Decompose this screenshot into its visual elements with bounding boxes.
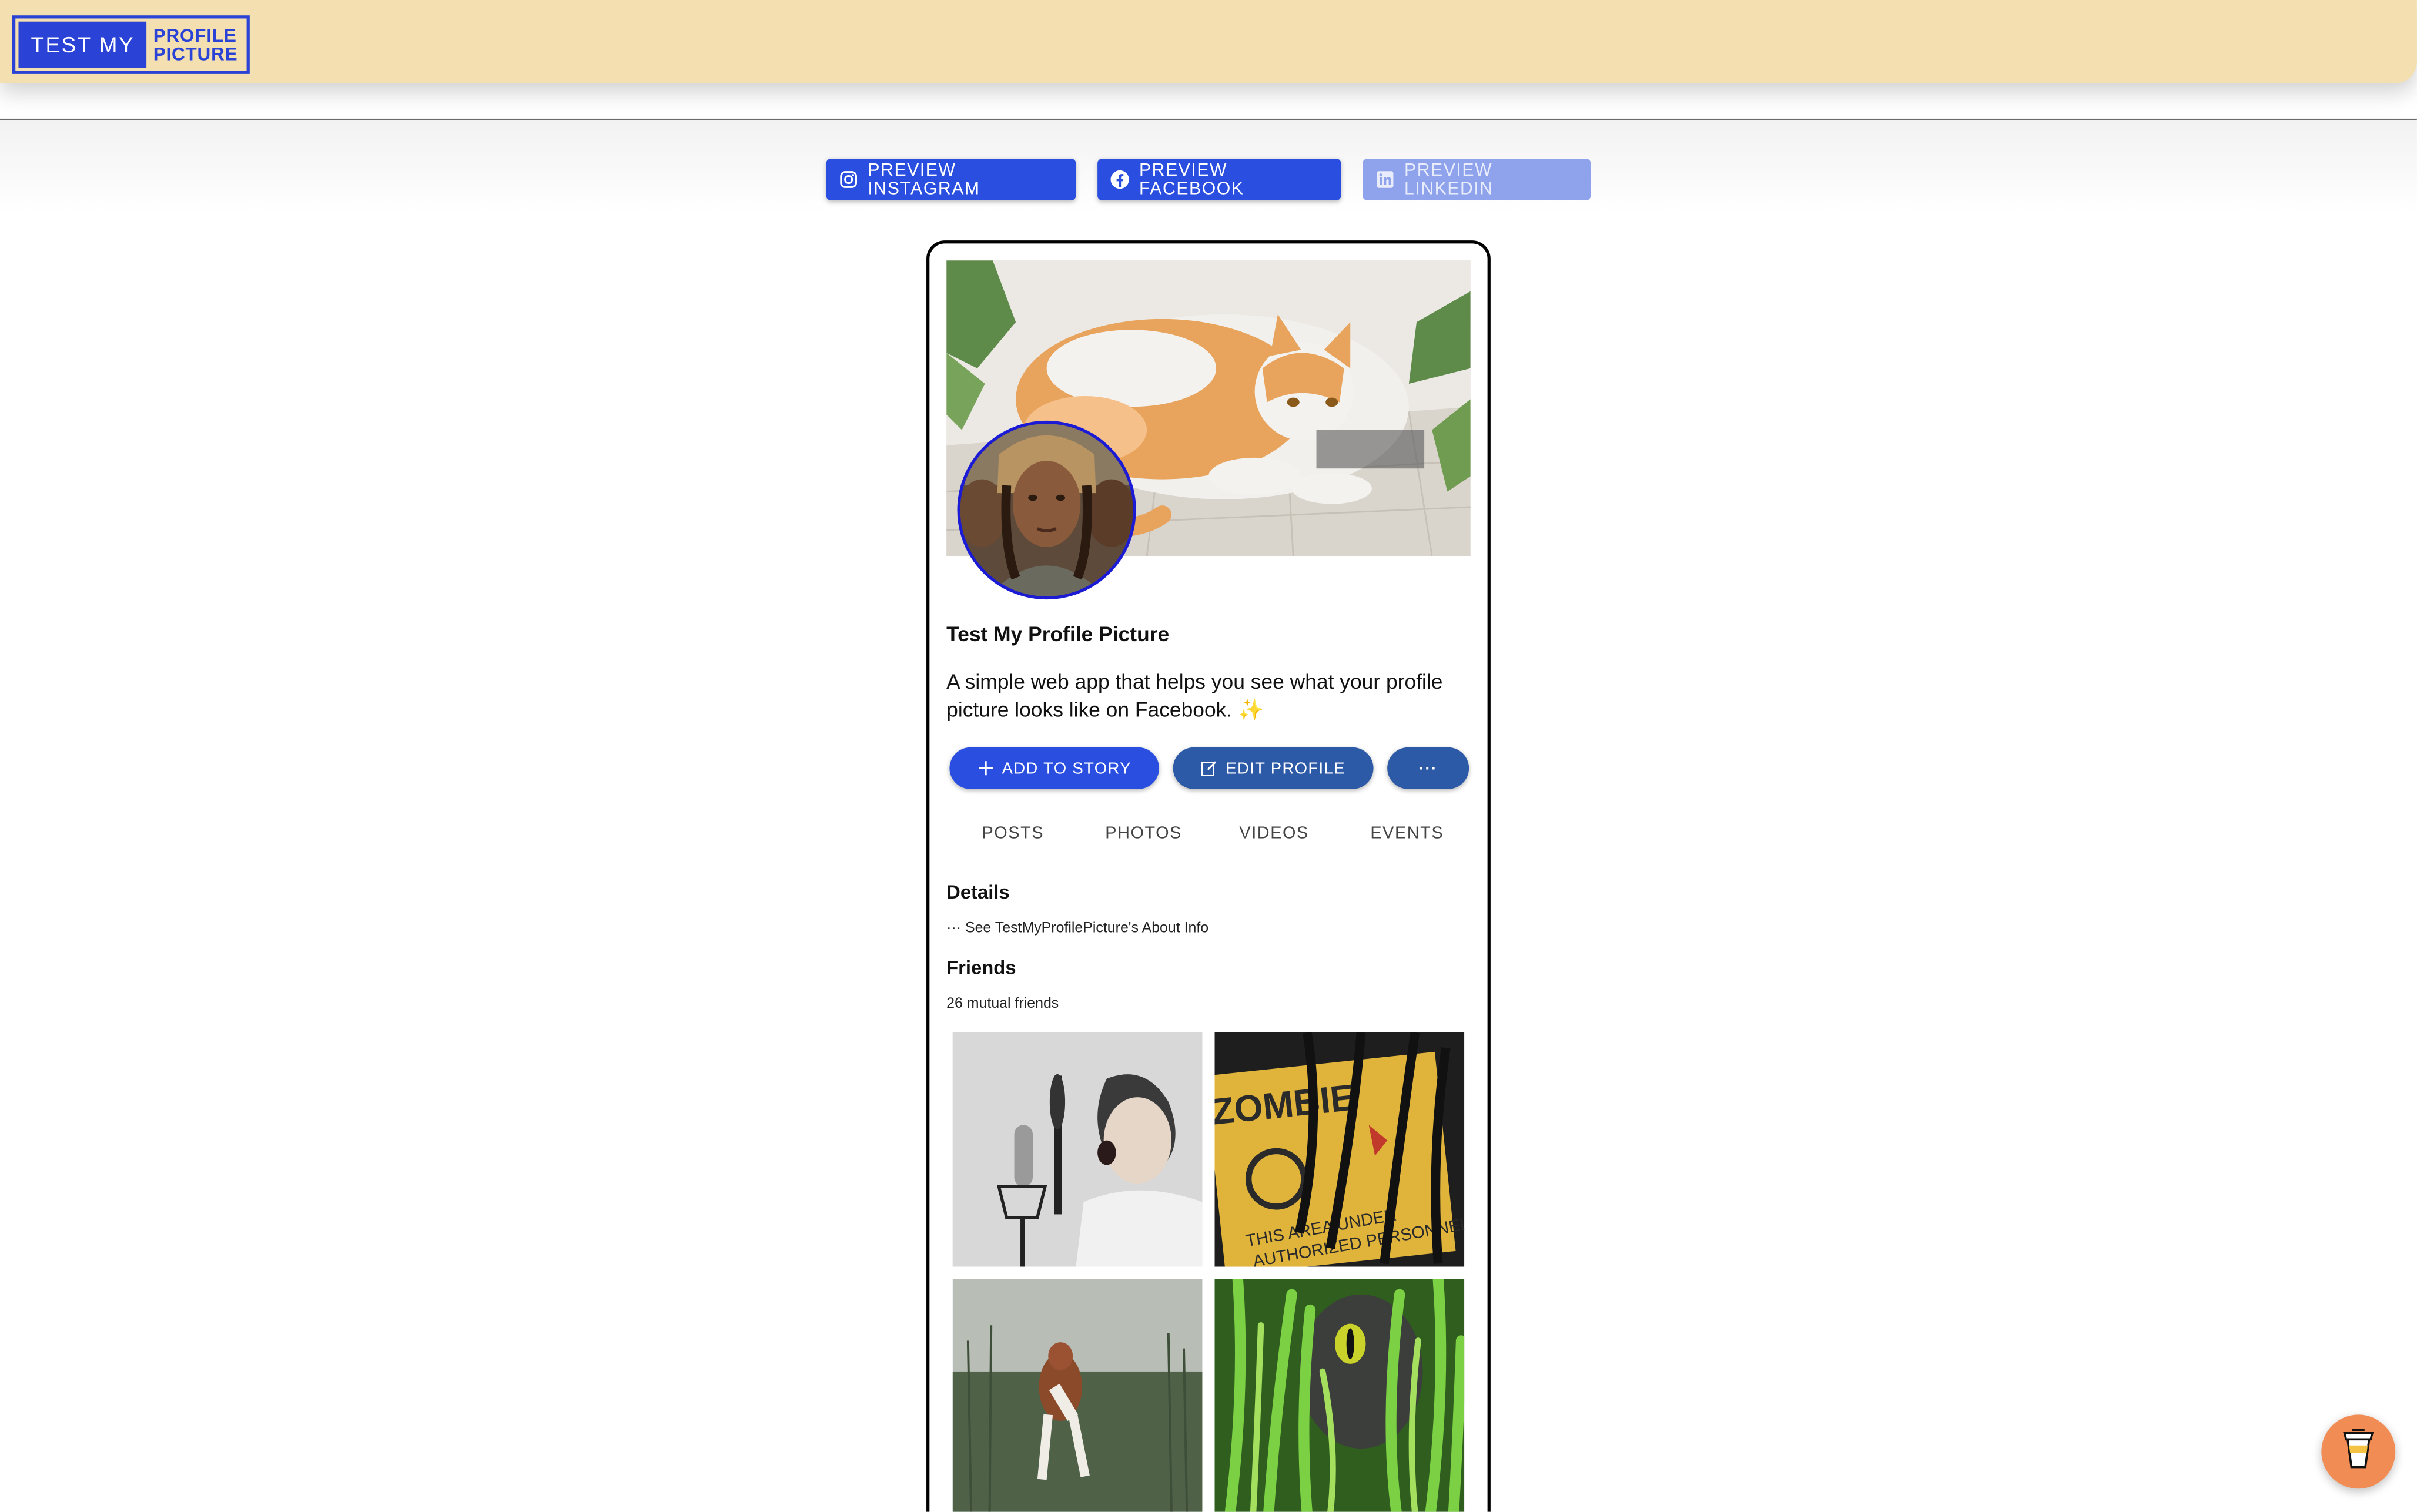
coffee-cup-icon xyxy=(2340,1426,2377,1477)
friend-photo[interactable] xyxy=(952,1032,1203,1267)
friend-photo[interactable] xyxy=(952,1279,1203,1512)
avatar-portrait xyxy=(960,424,1133,596)
more-options-button[interactable]: ··· xyxy=(1387,747,1469,789)
top-header: TEST MY PROFILE PICTURE xyxy=(0,0,2417,83)
preview-instagram-button[interactable]: PREVIEW INSTAGRAM xyxy=(826,159,1076,200)
phone-preview-frame: Test My Profile Picture A simple web app… xyxy=(926,240,1491,1512)
about-info-link[interactable]: ··· See TestMyProfilePicture's About Inf… xyxy=(946,920,1208,937)
friend-photo[interactable] xyxy=(1214,1279,1465,1512)
preview-facebook-label: PREVIEW FACEBOOK xyxy=(1139,161,1244,198)
plus-icon xyxy=(977,760,995,777)
more-options-label: ··· xyxy=(1418,759,1438,778)
profile-avatar[interactable] xyxy=(957,420,1136,600)
logo-line-1: PROFILE xyxy=(153,24,237,46)
preview-linkedin-label: PREVIEW LINKEDIN xyxy=(1404,161,1494,198)
profile-bio: A simple web app that helps you see what… xyxy=(946,670,1443,720)
logo-line-2: PICTURE xyxy=(153,43,238,65)
edit-icon xyxy=(1201,760,1218,777)
details-heading: Details xyxy=(946,881,1010,903)
friends-heading: Friends xyxy=(946,957,1016,979)
tab-posts[interactable]: POSTS xyxy=(982,824,1044,843)
page: TEST MY PROFILE PICTURE PREVIEW INSTAGRA… xyxy=(0,0,2417,1512)
buy-me-a-coffee-button[interactable] xyxy=(2321,1414,2396,1489)
profile-name: Test My Profile Picture xyxy=(946,622,1170,646)
logo-right-text: PROFILE PICTURE xyxy=(147,22,244,68)
tab-videos[interactable]: VIDEOS xyxy=(1239,824,1308,843)
logo[interactable]: TEST MY PROFILE PICTURE xyxy=(12,15,250,74)
friend-photo[interactable]: ZOMBIE THIS AREA UNDER AUTHORIZED PERSON… xyxy=(1214,1032,1465,1267)
mutual-friends-count: 26 mutual friends xyxy=(946,995,1059,1013)
instagram-icon xyxy=(839,169,859,189)
tab-events[interactable]: EVENTS xyxy=(1370,824,1444,843)
add-to-story-button[interactable]: ADD TO STORY xyxy=(949,747,1160,789)
tab-photos[interactable]: PHOTOS xyxy=(1105,824,1182,843)
linkedin-icon xyxy=(1375,169,1395,189)
logo-left-text: TEST MY xyxy=(18,21,148,68)
edit-profile-label: EDIT PROFILE xyxy=(1226,759,1345,778)
preview-linkedin-button[interactable]: PREVIEW LINKEDIN xyxy=(1363,159,1591,200)
add-to-story-label: ADD TO STORY xyxy=(1002,759,1131,778)
preview-facebook-button[interactable]: PREVIEW FACEBOOK xyxy=(1097,159,1341,200)
facebook-icon xyxy=(1110,169,1130,189)
preview-instagram-label: PREVIEW INSTAGRAM xyxy=(868,161,980,198)
edit-profile-button[interactable]: EDIT PROFILE xyxy=(1173,747,1374,789)
